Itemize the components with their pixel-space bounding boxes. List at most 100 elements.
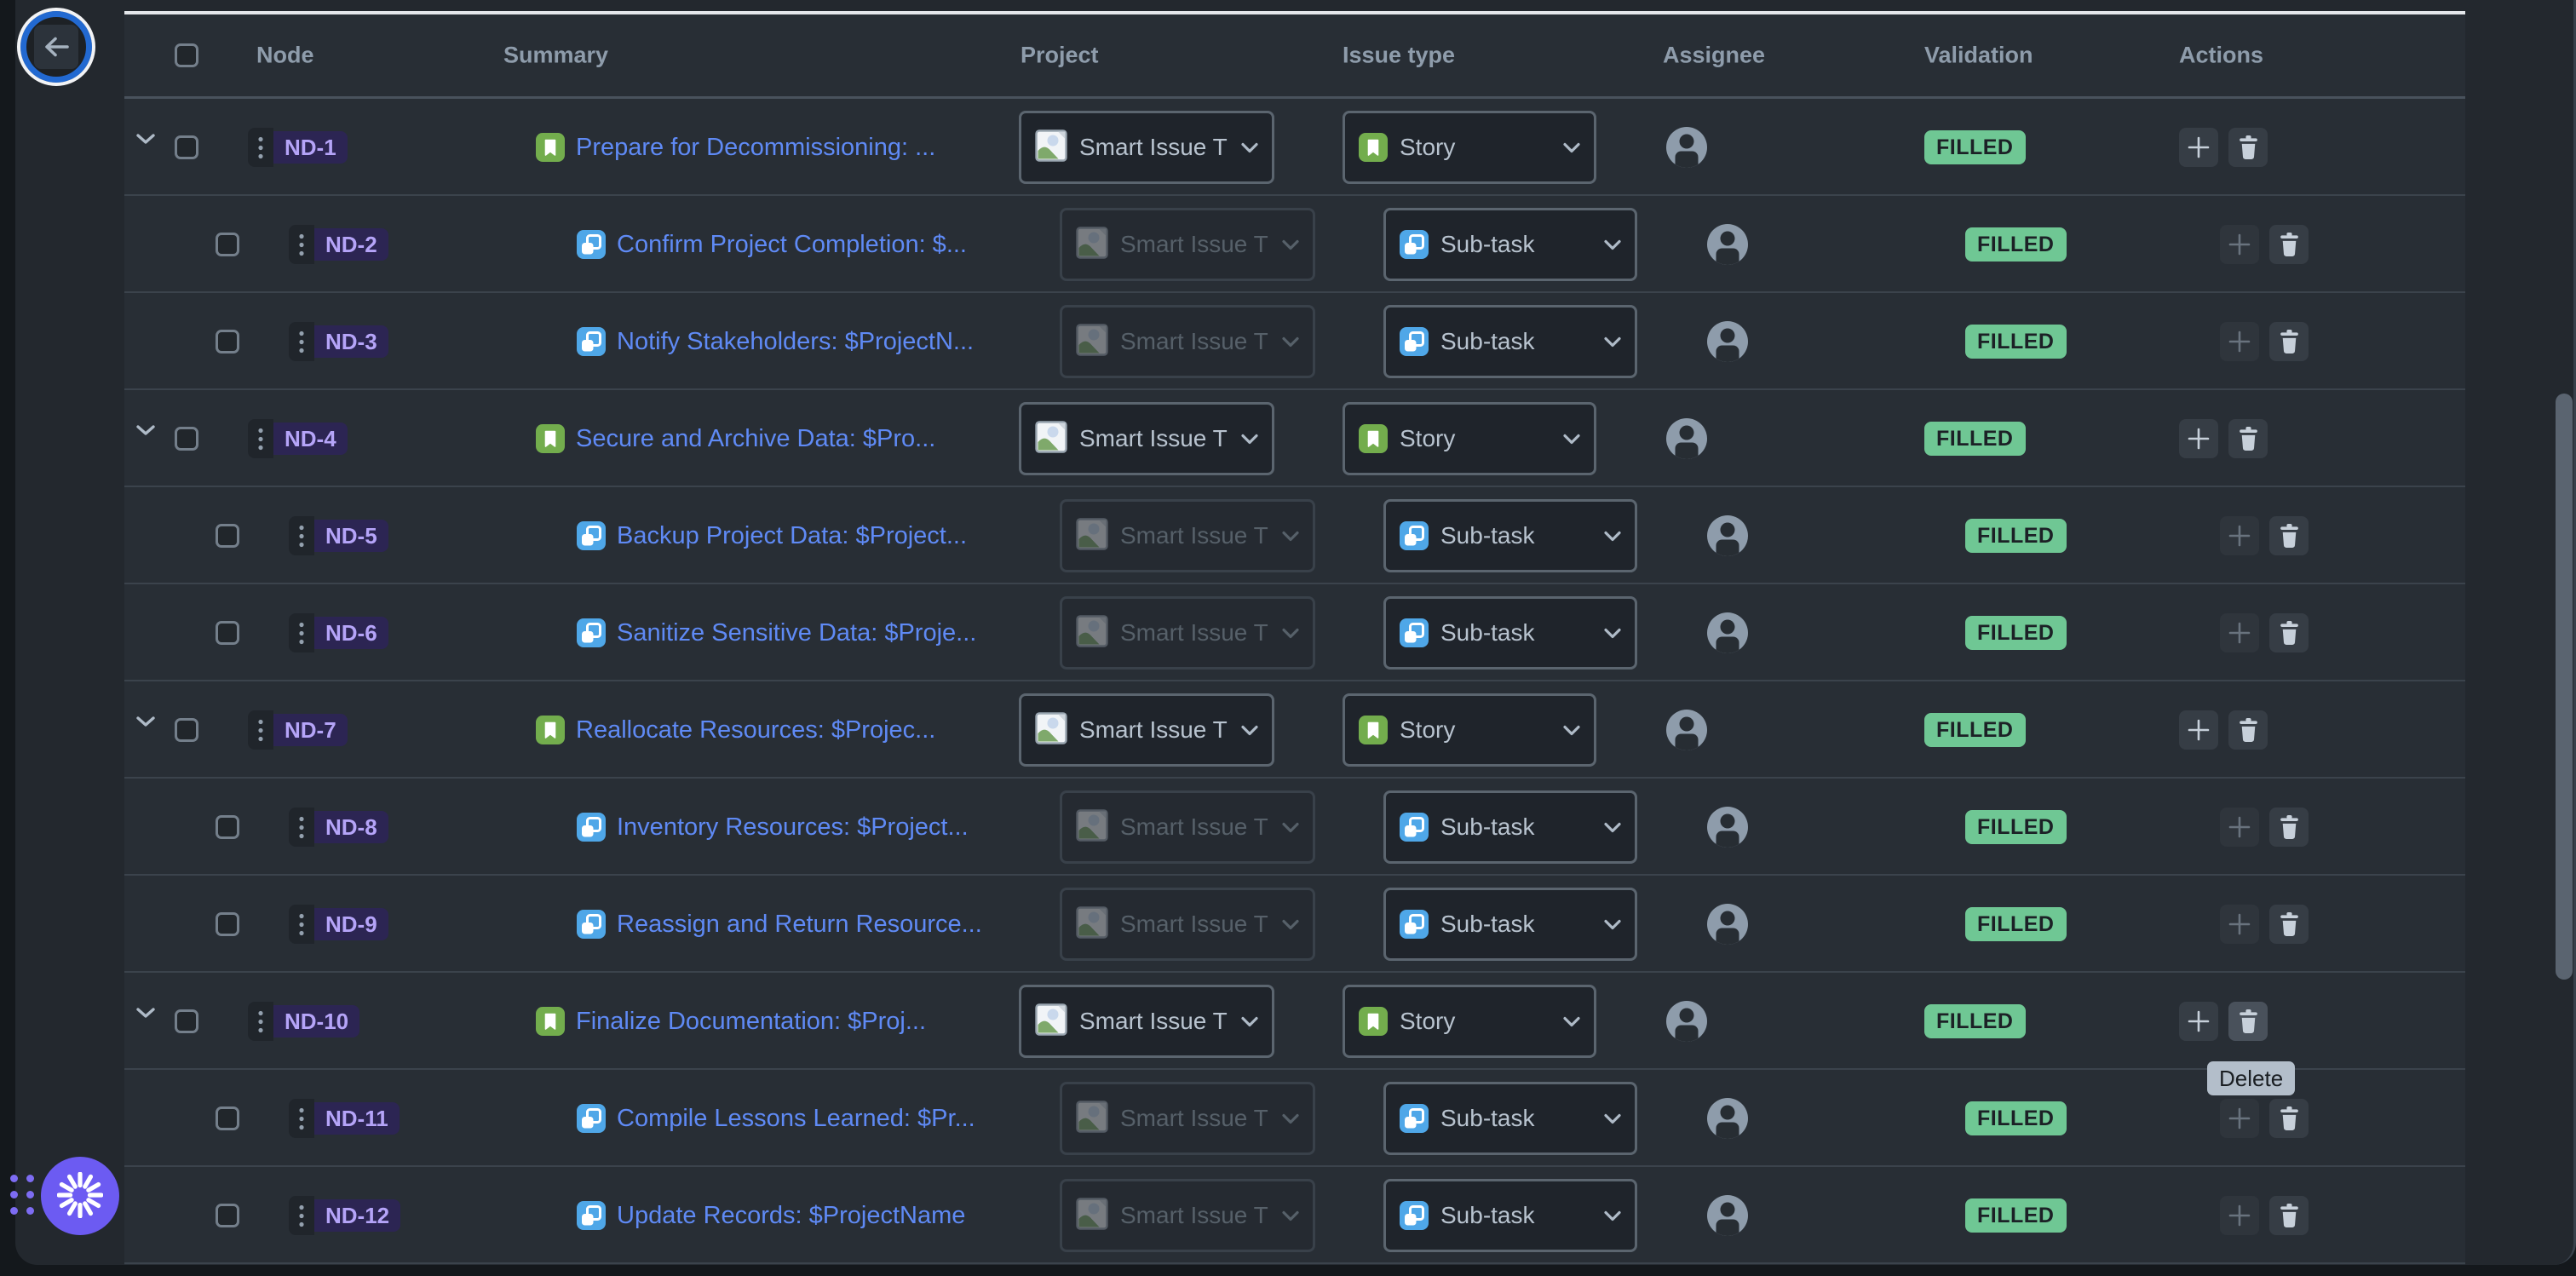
add-child-button[interactable] (2179, 1002, 2218, 1041)
project-select[interactable]: Smart Issue T (1019, 693, 1274, 767)
row-checkbox[interactable] (175, 135, 198, 159)
row-checkbox[interactable] (216, 912, 239, 936)
project-select[interactable]: Smart Issue T (1019, 985, 1274, 1058)
issue-type-select[interactable]: Story (1343, 985, 1596, 1058)
drag-handle-icon[interactable] (248, 710, 273, 750)
delete-button[interactable] (2269, 516, 2309, 555)
drag-handle-icon[interactable] (289, 1196, 314, 1235)
delete-button[interactable] (2228, 1002, 2268, 1041)
delete-button[interactable] (2269, 1196, 2309, 1235)
issue-summary-link[interactable]: Inventory Resources: $Project... (617, 813, 969, 842)
issue-summary-link[interactable]: Secure and Archive Data: $Pro... (576, 425, 935, 453)
assignee-avatar[interactable] (1707, 807, 1748, 848)
drag-handle-icon[interactable] (289, 808, 314, 847)
issue-type-select[interactable]: Story (1343, 693, 1596, 767)
assignee-avatar[interactable] (1707, 1098, 1748, 1139)
issue-summary-link[interactable]: Notify Stakeholders: $ProjectN... (617, 328, 974, 356)
issue-type-select[interactable]: Sub-task (1383, 596, 1637, 670)
chevron-down-icon[interactable] (136, 1008, 155, 1023)
drag-handle-icon[interactable] (289, 905, 314, 944)
delete-button[interactable] (2228, 128, 2268, 167)
add-child-button[interactable] (2220, 613, 2259, 652)
issue-type-select[interactable]: Sub-task (1383, 888, 1637, 961)
issue-type-select[interactable]: Sub-task (1383, 499, 1637, 572)
row-checkbox[interactable] (216, 233, 239, 256)
issue-summary-link[interactable]: Compile Lessons Learned: $Pr... (617, 1105, 975, 1133)
delete-button[interactable] (2228, 710, 2268, 750)
row-checkbox[interactable] (216, 524, 239, 548)
assignee-avatar[interactable] (1707, 224, 1748, 265)
drag-handle-icon[interactable] (248, 1002, 273, 1041)
add-child-button[interactable] (2179, 710, 2218, 750)
assignee-avatar[interactable] (1707, 1195, 1748, 1236)
issue-summary-link[interactable]: Finalize Documentation: $Proj... (576, 1008, 926, 1036)
row-checkbox[interactable] (216, 815, 239, 839)
delete-button[interactable] (2269, 808, 2309, 847)
select-all-checkbox[interactable] (175, 43, 198, 67)
add-child-button[interactable] (2220, 1099, 2259, 1138)
delete-button[interactable] (2269, 613, 2309, 652)
chevron-down-icon[interactable] (136, 425, 155, 440)
drag-handle-icon[interactable] (289, 516, 314, 555)
issue-summary-link[interactable]: Update Records: $ProjectName (617, 1202, 965, 1230)
delete-button[interactable] (2269, 1099, 2309, 1138)
add-child-button[interactable] (2220, 516, 2259, 555)
project-select[interactable]: Smart Issue T (1019, 402, 1274, 475)
row-checkbox[interactable] (175, 427, 198, 451)
drag-handle-icon[interactable] (289, 613, 314, 652)
back-button[interactable] (20, 11, 92, 83)
drag-handle-icon[interactable] (289, 322, 314, 361)
chevron-down-icon[interactable] (136, 134, 155, 149)
add-child-button[interactable] (2220, 225, 2259, 264)
issue-summary-link[interactable]: Reallocate Resources: $Projec... (576, 716, 935, 744)
issue-summary-link[interactable]: Sanitize Sensitive Data: $Proje... (617, 619, 976, 647)
row-checkbox[interactable] (175, 718, 198, 742)
assignee-avatar[interactable] (1666, 127, 1707, 168)
node-key-badge: ND-5 (314, 520, 388, 552)
delete-button[interactable] (2269, 322, 2309, 361)
delete-button[interactable] (2269, 905, 2309, 944)
add-child-button[interactable] (2179, 419, 2218, 458)
assistant-fab-button[interactable] (41, 1157, 119, 1235)
vertical-scrollbar-thumb[interactable] (2556, 394, 2573, 980)
row-checkbox[interactable] (216, 330, 239, 353)
node-cell: ND-8 (289, 808, 388, 847)
row-checkbox[interactable] (216, 1106, 239, 1130)
add-child-button[interactable] (2220, 905, 2259, 944)
assignee-avatar[interactable] (1666, 418, 1707, 459)
row-checkbox[interactable] (216, 621, 239, 645)
issue-type-select[interactable]: Sub-task (1383, 208, 1637, 281)
validation-status-badge: FILLED (1965, 1198, 2067, 1233)
issue-type-select[interactable]: Sub-task (1383, 1082, 1637, 1155)
assignee-avatar[interactable] (1707, 904, 1748, 945)
delete-button[interactable] (2269, 225, 2309, 264)
assignee-avatar[interactable] (1707, 612, 1748, 653)
assignee-avatar[interactable] (1666, 1001, 1707, 1042)
drag-handle-icon[interactable] (248, 419, 273, 458)
issue-type-select[interactable]: Sub-task (1383, 305, 1637, 378)
chevron-down-icon[interactable] (136, 716, 155, 732)
drag-handle-icon[interactable] (289, 225, 314, 264)
issue-type-select[interactable]: Sub-task (1383, 790, 1637, 864)
drag-handle-icon[interactable] (248, 128, 273, 167)
add-child-button[interactable] (2220, 322, 2259, 361)
assignee-avatar[interactable] (1666, 710, 1707, 750)
issue-summary-link[interactable]: Prepare for Decommissioning: ... (576, 134, 935, 162)
row-checkbox[interactable] (216, 1204, 239, 1227)
row-checkbox[interactable] (175, 1009, 198, 1033)
issue-summary-link[interactable]: Confirm Project Completion: $... (617, 231, 967, 259)
add-child-button[interactable] (2220, 808, 2259, 847)
drag-handle-icon[interactable] (289, 1099, 314, 1138)
widget-drag-handle-icon[interactable] (10, 1175, 34, 1215)
project-select[interactable]: Smart Issue T (1019, 111, 1274, 184)
delete-button[interactable] (2228, 419, 2268, 458)
issue-summary-link[interactable]: Reassign and Return Resource... (617, 911, 982, 939)
issue-type-select[interactable]: Story (1343, 402, 1596, 475)
add-child-button[interactable] (2220, 1196, 2259, 1235)
issue-summary-link[interactable]: Backup Project Data: $Project... (617, 522, 967, 550)
issue-type-select[interactable]: Sub-task (1383, 1179, 1637, 1252)
assignee-avatar[interactable] (1707, 321, 1748, 362)
issue-type-select[interactable]: Story (1343, 111, 1596, 184)
add-child-button[interactable] (2179, 128, 2218, 167)
assignee-avatar[interactable] (1707, 515, 1748, 556)
